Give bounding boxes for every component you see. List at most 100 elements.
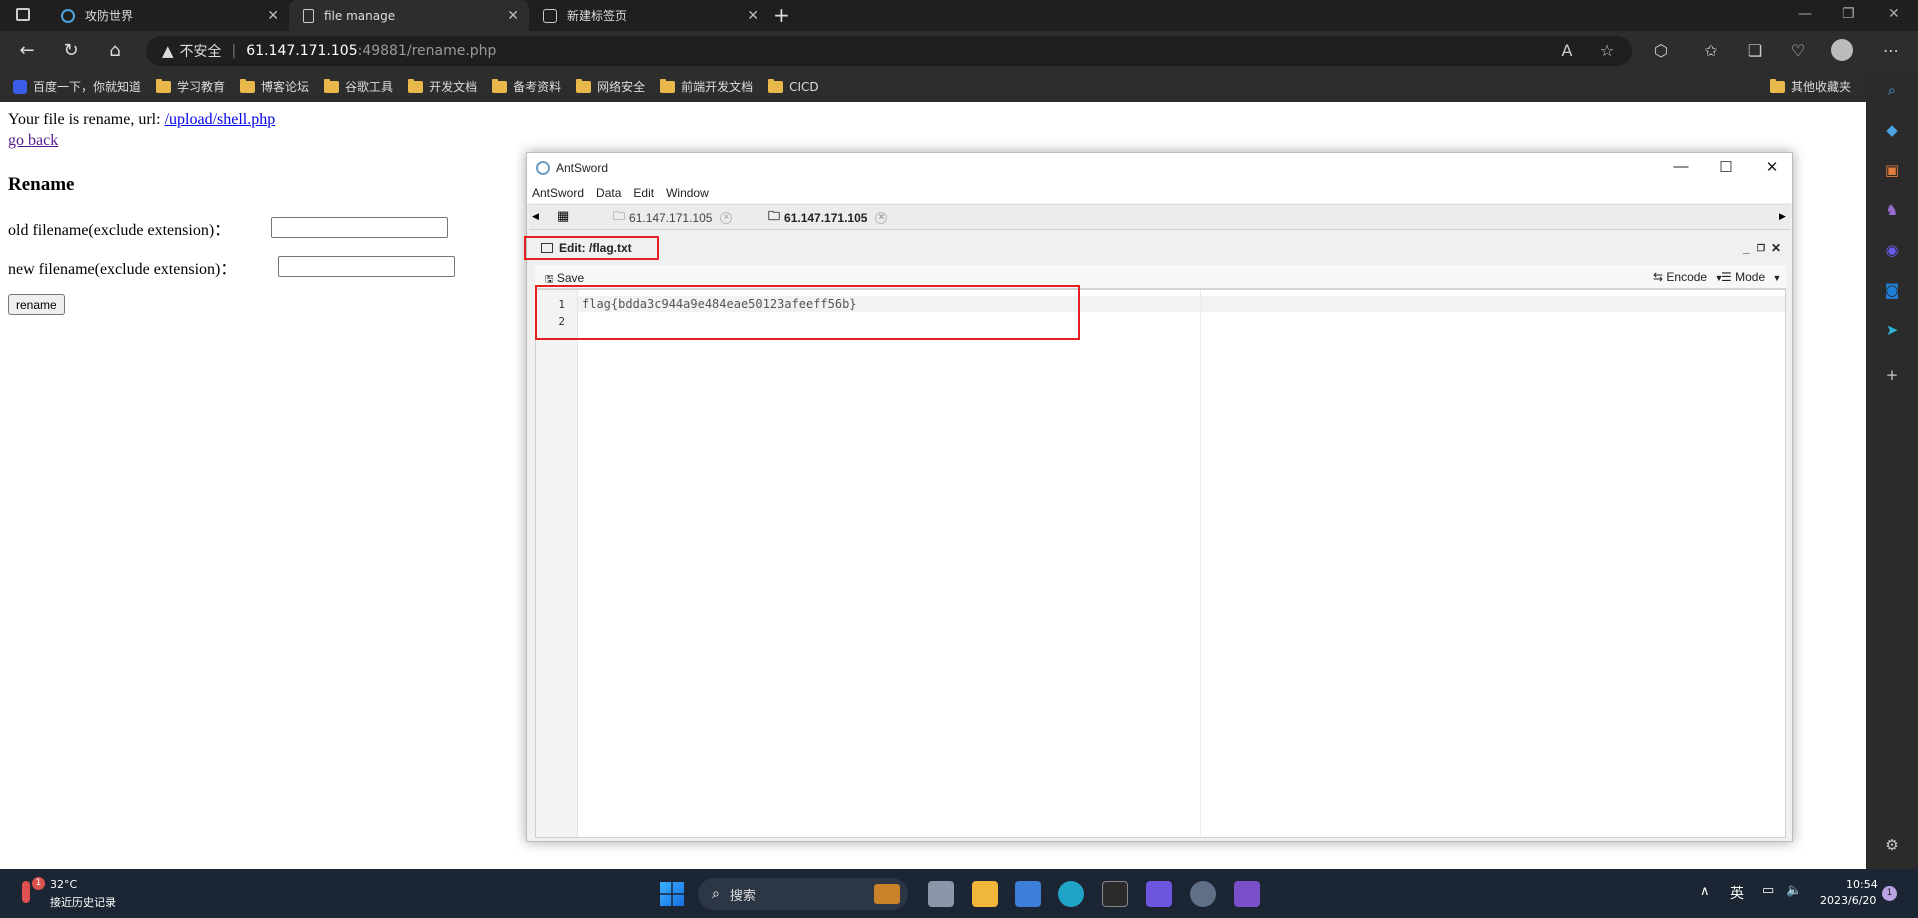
tab-actions-icon[interactable] — [16, 8, 30, 21]
settings-icon[interactable]: ⚙ — [1883, 836, 1901, 854]
search-placeholder: 搜索 — [729, 888, 756, 904]
new-tab-icon[interactable]: + — [773, 3, 790, 27]
tab-shell-1[interactable]: 🗀 61.147.171.105 × — [613, 205, 733, 230]
close-tab-icon[interactable]: ✕ — [507, 8, 519, 24]
clock-date[interactable]: 2023/6/20 — [1820, 894, 1876, 907]
store-icon[interactable] — [1015, 881, 1041, 907]
close-window-icon[interactable]: ✕ — [1888, 6, 1900, 22]
divider: | — [231, 43, 237, 59]
start-icon[interactable] — [660, 882, 684, 906]
bookmark-label: 网络安全 — [597, 80, 646, 94]
outlook-icon[interactable]: ◙ — [1883, 281, 1901, 299]
home-icon[interactable]: ⌂ — [104, 40, 126, 61]
rename-button[interactable]: rename — [8, 294, 65, 315]
copilot-icon[interactable]: ◉ — [1883, 241, 1901, 259]
close-tab-icon[interactable]: ✕ — [267, 8, 279, 24]
mode-dropdown[interactable]: ☰ Mode ▼ — [1721, 270, 1781, 284]
minimize-icon[interactable]: — — [1671, 158, 1691, 175]
code-editor[interactable]: 1 2 flag{bdda3c944a9e484eae50123afeeff56… — [535, 289, 1786, 838]
tag-icon[interactable]: ◆ — [1883, 121, 1901, 139]
go-back-link[interactable]: go back — [8, 132, 58, 150]
tab-label: 61.147.171.105 — [784, 210, 868, 225]
upload-link[interactable]: /upload/shell.php — [165, 111, 276, 128]
file-explorer-icon[interactable] — [972, 881, 998, 907]
panel-restore-icon[interactable]: ❐ — [1757, 243, 1765, 254]
task-view-icon[interactable] — [928, 881, 954, 907]
menu-window[interactable]: Window — [666, 186, 709, 200]
old-filename-input[interactable] — [271, 217, 448, 238]
folder-icon — [408, 78, 424, 93]
profile-avatar[interactable] — [1831, 39, 1853, 61]
antsword-taskbar-icon[interactable] — [1190, 881, 1216, 907]
panel-close-icon[interactable]: ✕ — [1771, 241, 1781, 255]
ime-indicator[interactable]: 英 — [1730, 883, 1744, 903]
tab-file-manage[interactable]: file manage ✕ — [289, 0, 529, 31]
close-tab-icon[interactable]: × — [875, 211, 888, 224]
tab-gongfang[interactable]: 攻防世界 ✕ — [47, 0, 289, 31]
notification-badge[interactable]: 1 — [1882, 886, 1897, 901]
volume-icon[interactable]: 🔈 — [1786, 883, 1802, 898]
tab-shell-2[interactable]: 🗀 61.147.171.105 × — [768, 205, 888, 230]
visual-studio-icon[interactable] — [1234, 881, 1260, 907]
bookmark-folder[interactable]: 博客论坛 — [240, 78, 309, 95]
folder-icon — [576, 78, 592, 93]
restore-icon[interactable]: ❐ — [1842, 6, 1855, 22]
grid-icon[interactable]: ▦ — [557, 208, 569, 224]
refresh-icon[interactable]: ↻ — [60, 40, 82, 61]
close-icon[interactable]: ✕ — [1762, 158, 1782, 176]
weather-desc: 接近历史记录 — [50, 896, 116, 909]
panel-minimize-icon[interactable]: _ — [1743, 241, 1750, 255]
close-tab-icon[interactable]: ✕ — [747, 8, 759, 24]
bookmark-folder[interactable]: 前端开发文档 — [660, 78, 753, 95]
security-label[interactable]: 不安全 — [180, 41, 222, 61]
tray-chevron-icon[interactable]: ∧ — [1700, 884, 1710, 899]
more-icon[interactable]: ⋯ — [1880, 41, 1902, 60]
minimize-icon[interactable]: — — [1798, 6, 1812, 22]
bookmark-folder[interactable]: 谷歌工具 — [324, 78, 393, 95]
bookmark-folder[interactable]: 开发文档 — [408, 78, 477, 95]
tools-icon[interactable]: ▣ — [1883, 161, 1901, 179]
encode-label: Encode — [1666, 270, 1708, 284]
browser-toolbar: ← ↻ ⌂ ▲ 不安全 | 61.147.171.105:49881/renam… — [0, 31, 1918, 71]
bookmark-folder[interactable]: 备考资料 — [492, 78, 561, 95]
menu-data[interactable]: Data — [596, 186, 621, 200]
menu-antsword[interactable]: AntSword — [532, 186, 584, 200]
menu-edit[interactable]: Edit — [633, 186, 654, 200]
bookmark-folder[interactable]: CICD — [768, 78, 819, 94]
games-icon[interactable]: ♞ — [1883, 201, 1901, 219]
tab-new-tab[interactable]: 新建标签页 ✕ — [529, 0, 769, 31]
weather-widget[interactable]: 1 32°C 接近历史记录 — [22, 877, 152, 911]
taskbar-search[interactable]: ⌕ 搜索 — [698, 878, 908, 910]
other-bookmarks[interactable]: 其他收藏夹 — [1770, 78, 1851, 95]
encode-dropdown[interactable]: ⇆ Encode ▼ — [1653, 270, 1723, 284]
browser-essentials-icon[interactable]: ♡ — [1787, 41, 1809, 60]
search-icon[interactable]: ⌕ — [1883, 81, 1901, 99]
terminal-icon[interactable] — [1102, 881, 1128, 907]
add-icon[interactable]: + — [1883, 366, 1901, 384]
clock-time[interactable]: 10:54 — [1846, 878, 1878, 891]
close-tab-icon[interactable]: × — [720, 211, 733, 224]
bookmark-label: 学习教育 — [177, 80, 226, 94]
address-bar[interactable]: ▲ 不安全 | 61.147.171.105:49881/rename.php — [146, 36, 1632, 66]
maximize-icon[interactable]: ☐ — [1716, 158, 1736, 176]
scroll-left-icon[interactable]: ◀ — [532, 211, 539, 222]
bookmark-baidu[interactable]: 百度一下，你就知道 — [13, 78, 141, 95]
new-tab-page-icon — [543, 8, 557, 23]
bookmark-folder[interactable]: 网络安全 — [576, 78, 645, 95]
windows-taskbar: 1 32°C 接近历史记录 ⌕ 搜索 ∧ 英 ▭ 🔈 10:54 2023/6/… — [0, 869, 1918, 918]
lightning-app-icon[interactable] — [1146, 881, 1172, 907]
antsword-tab-bar: ◀ ▦ 🗀 61.147.171.105 × 🗀 61.147.171.105 … — [529, 204, 1790, 230]
scroll-right-icon[interactable]: ▶ — [1779, 211, 1786, 222]
send-icon[interactable]: ➤ — [1883, 321, 1901, 339]
extensions-icon[interactable]: ⬡ — [1650, 41, 1672, 60]
edge-browser-icon[interactable] — [1058, 881, 1084, 907]
bookmark-folder[interactable]: 学习教育 — [156, 78, 225, 95]
new-filename-input[interactable] — [278, 256, 455, 277]
back-icon[interactable]: ← — [16, 40, 38, 61]
collections-icon[interactable]: ❏ — [1744, 41, 1766, 60]
favorite-star-icon[interactable]: ☆ — [1596, 41, 1618, 60]
favorites-icon[interactable]: ✩ — [1700, 41, 1722, 60]
edit-panel-header: Edit: /flag.txt _ ❐ ✕ — [529, 236, 1790, 260]
display-icon[interactable]: ▭ — [1762, 883, 1774, 898]
read-aloud-icon[interactable]: A — [1556, 41, 1578, 60]
